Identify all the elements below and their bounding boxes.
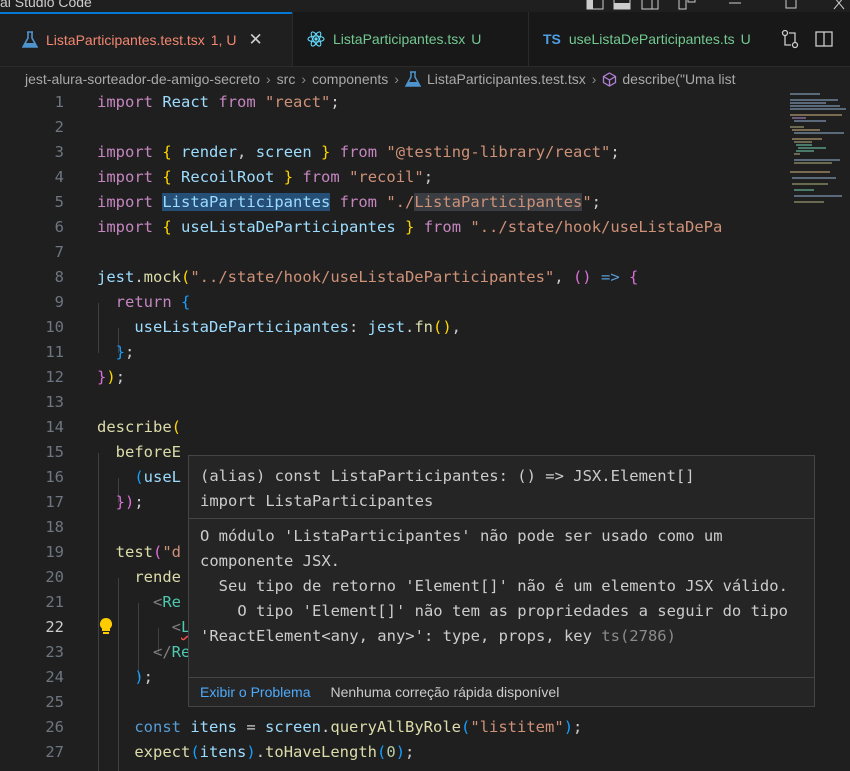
breadcrumb: jest-alura-sorteador-de-amigo-secreto › s… xyxy=(0,67,850,91)
line-number: 1 xyxy=(54,93,64,111)
code-line: ); xyxy=(134,668,154,686)
line-number: 27 xyxy=(45,743,64,761)
hover-status-bar: Exibir o Problema Nenhuma correção rápid… xyxy=(189,677,814,706)
layout-secondary-sidebar-icon[interactable] xyxy=(640,0,660,10)
breadcrumb-item[interactable]: jest-alura-sorteador-de-amigo-secreto xyxy=(25,71,260,87)
line-number: 14 xyxy=(45,418,64,436)
split-editor-icon[interactable] xyxy=(814,29,834,49)
line-number: 18 xyxy=(45,518,64,536)
code-line: <Re xyxy=(153,593,182,611)
line-number: 7 xyxy=(54,243,64,261)
flask-icon xyxy=(22,31,38,48)
line-number: 22 xyxy=(45,618,64,636)
code-line: describe( xyxy=(97,418,181,436)
line-number: 2 xyxy=(54,118,64,136)
line-number: 13 xyxy=(45,393,64,411)
no-quick-fix-label: Nenhuma correção rápida disponível xyxy=(330,684,560,700)
hover-tooltip: (alias) const ListaParticipantes: () => … xyxy=(188,455,815,707)
line-number: 15 xyxy=(45,443,64,461)
editor-actions xyxy=(770,12,850,66)
line-number: 26 xyxy=(45,718,64,736)
symbol-method-icon xyxy=(603,71,617,87)
line-number: 25 xyxy=(45,693,64,711)
error-message: O módulo 'ListaParticipantes' não pode s… xyxy=(200,524,805,649)
hover-signature: (alias) const ListaParticipantes: () => … xyxy=(200,464,695,514)
breadcrumb-item[interactable]: components xyxy=(312,71,388,87)
tab-use-lista-de-participantes[interactable]: TS useListaDeParticipantes.ts U xyxy=(528,12,778,66)
view-problem-link[interactable]: Exibir o Problema xyxy=(200,684,311,700)
layout-panel-icon[interactable] xyxy=(612,0,632,10)
code-line: }; xyxy=(115,343,135,361)
ts-icon: TS xyxy=(543,31,561,47)
line-number: 9 xyxy=(54,293,64,311)
line-number: 6 xyxy=(54,218,64,236)
line-number: 4 xyxy=(54,168,64,186)
line-number: 11 xyxy=(45,343,64,361)
line-number: 8 xyxy=(54,268,64,286)
line-number: 17 xyxy=(45,493,64,511)
code-line: import { render, screen } from "@testing… xyxy=(97,143,620,161)
code-line: const itens = screen.queryAllByRole("lis… xyxy=(134,718,583,736)
restore-icon[interactable] xyxy=(782,0,802,10)
breadcrumb-item[interactable]: describe("Uma list xyxy=(622,71,735,87)
code-line: beforeE xyxy=(115,443,181,461)
code-editor[interactable]: 1 2 3 4 5 6 7 8 9 10 11 12 13 14 15 16 17 18 19 20 21 22 23 24 2… xyxy=(0,91,850,771)
code-line: jest.mock("../state/hook/useListaDeParti… xyxy=(97,268,639,286)
flask-icon xyxy=(404,71,421,87)
line-number: 3 xyxy=(54,143,64,161)
code-line: import ListaParticipantes from "./ListaP… xyxy=(97,193,602,211)
error-text: O módulo 'ListaParticipantes' não pode s… xyxy=(200,527,788,645)
line-number: 16 xyxy=(45,468,64,486)
title-bar: al Studio Code xyxy=(0,0,850,12)
react-icon xyxy=(307,31,325,47)
signature-line-1: (alias) const ListaParticipantes: () => … xyxy=(200,467,695,485)
line-number: 19 xyxy=(45,543,64,561)
code-line: rende xyxy=(134,568,181,586)
breadcrumb-item[interactable]: ListaParticipantes.test.tsx xyxy=(427,71,586,87)
code-line: import { useListaDeParticipantes } from … xyxy=(97,218,723,236)
tab-label: ListaParticipantes.test.tsx xyxy=(46,32,205,48)
tab-label: ListaParticipantes.tsx xyxy=(333,31,466,47)
customize-layout-icon[interactable] xyxy=(677,0,697,10)
code-line: expect(itens).toHaveLength(0); xyxy=(134,743,415,761)
line-number: 23 xyxy=(45,643,64,661)
window-title: al Studio Code xyxy=(0,0,92,10)
tab-status: U xyxy=(471,31,482,47)
close-window-icon[interactable] xyxy=(830,0,850,10)
line-number: 20 xyxy=(45,568,64,586)
compare-changes-icon[interactable] xyxy=(780,29,800,49)
close-tab-icon[interactable]: ✕ xyxy=(248,30,262,50)
code-line: import { RecoilRoot } from "recoil"; xyxy=(97,168,434,186)
code-line: return { xyxy=(115,293,191,311)
signature-line-2: import ListaParticipantes xyxy=(200,492,434,510)
layout-sidebar-icon[interactable] xyxy=(585,0,605,10)
code-line: test("d xyxy=(115,543,182,561)
minimize-icon[interactable] xyxy=(725,0,745,10)
line-number: 12 xyxy=(45,368,64,386)
error-code: ts(2786) xyxy=(601,627,676,645)
line-number: 10 xyxy=(45,318,64,336)
code-line: (useL xyxy=(134,468,181,486)
lightbulb-icon[interactable] xyxy=(98,617,114,637)
code-line: import React from "react"; xyxy=(97,93,340,111)
code-line: }); xyxy=(115,493,144,511)
line-number: 21 xyxy=(45,593,64,611)
line-number: 5 xyxy=(54,193,64,211)
tab-lista-participantes[interactable]: ListaParticipantes.tsx U xyxy=(292,12,528,66)
code-line: }); xyxy=(97,368,126,386)
tab-status: 1, U xyxy=(210,32,237,48)
tab-lista-participantes-test[interactable]: ListaParticipantes.test.tsx 1, U ✕ xyxy=(0,12,292,66)
tab-label: useListaDeParticipantes.ts xyxy=(568,31,735,47)
breadcrumb-item[interactable]: src xyxy=(277,71,296,87)
line-number: 24 xyxy=(45,668,64,686)
tab-status: U xyxy=(740,31,751,47)
editor-tab-bar: ListaParticipantes.test.tsx 1, U ✕ Lista… xyxy=(0,12,850,67)
code-line: useListaDeParticipantes: jest.fn(), xyxy=(134,318,461,336)
